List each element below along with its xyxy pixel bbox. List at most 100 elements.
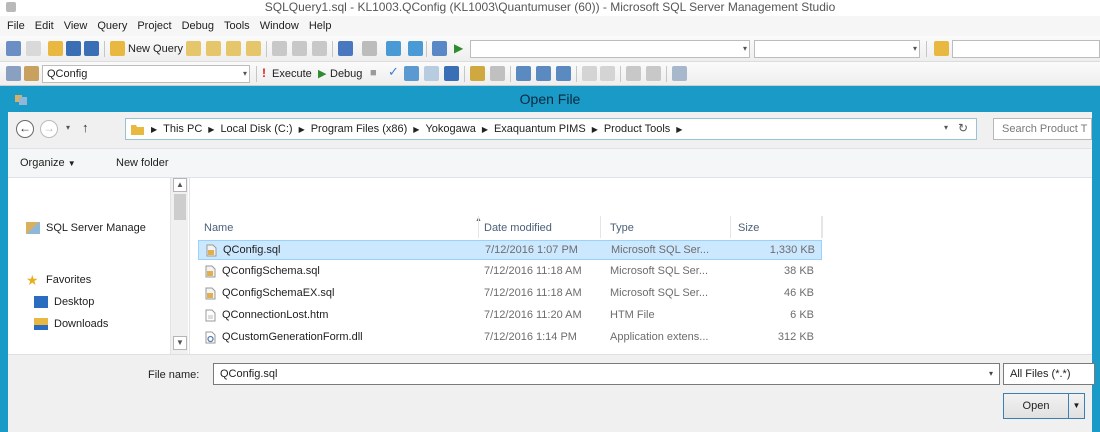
menu-debug[interactable]: Debug [177,20,219,32]
open-button[interactable]: Open [1003,393,1069,419]
menu-query[interactable]: Query [92,20,132,32]
uncomment-icon[interactable] [600,66,615,81]
undo-icon[interactable] [338,41,353,56]
navigate-backward-icon[interactable] [386,41,401,56]
menu-edit[interactable]: Edit [30,20,59,32]
display-plan-icon[interactable] [404,66,419,81]
menu-window[interactable]: Window [255,20,304,32]
menu-file[interactable]: File [2,20,30,32]
nav-scrollbar[interactable]: ▲ ▼ [170,178,188,354]
new-query-icon[interactable] [110,41,125,56]
analysis-query-icon[interactable] [206,41,221,56]
open-dropdown-icon[interactable]: ▼ [1069,393,1085,419]
solution-config-combo[interactable]: ▾ [470,40,750,58]
save-icon[interactable] [66,41,81,56]
new-query-button[interactable]: New Query [128,42,183,56]
refresh-icon[interactable]: ↻ [958,121,968,135]
execute-icon[interactable]: ! [262,66,266,80]
menu-help[interactable]: Help [304,20,337,32]
redo-icon[interactable] [362,41,377,56]
nav-item-desktop[interactable]: Desktop [34,296,94,308]
results-file-icon[interactable] [556,66,571,81]
specify-values-icon[interactable] [672,66,687,81]
file-row-qconfigschema[interactable]: QConfigSchema.sql 7/12/2016 11:18 AM Mic… [198,262,822,282]
address-dropdown-icon[interactable]: ▾ [944,123,948,132]
column-header-size[interactable]: Size [738,222,759,234]
column-header-name[interactable]: Name [204,222,233,234]
address-bar[interactable]: ▶ This PC ▶ Local Disk (C:) ▶ Program Fi… [125,118,977,140]
breadcrumb-this-pc[interactable]: This PC [163,123,202,135]
up-folder-button[interactable]: ↑ [82,120,89,135]
menu-project[interactable]: Project [132,20,176,32]
navigate-forward-icon[interactable] [408,41,423,56]
nav-item-favorites[interactable]: ★ Favorites [26,273,91,287]
breadcrumb-yokogawa[interactable]: Yokogawa [425,123,475,135]
results-grid-icon[interactable] [536,66,551,81]
search-input[interactable]: Search Product T [993,118,1092,140]
query-options-icon[interactable] [424,66,439,81]
file-row-qconfig[interactable]: QConfig.sql 7/12/2016 1:07 PM Microsoft … [198,240,822,260]
ssms-icon [26,222,40,234]
organize-button[interactable]: Organize ▼ [20,157,76,169]
forward-button[interactable]: → [40,120,58,138]
breadcrumb-product-tools[interactable]: Product Tools [604,123,670,135]
address-row: ← → ▾ ↑ ▶ This PC ▶ Local Disk (C:) ▶ Pr… [8,112,1092,148]
change-connection-icon[interactable] [24,66,39,81]
back-button[interactable]: ← [16,120,34,138]
activity-monitor-icon[interactable] [432,41,447,56]
menu-view[interactable]: View [59,20,93,32]
find-combo[interactable] [952,40,1100,58]
scroll-thumb[interactable] [174,194,186,220]
file-date: 7/12/2016 1:14 PM [484,331,577,343]
debug-play-icon[interactable]: ▶ [318,67,326,81]
database-query-icon[interactable] [186,41,201,56]
nav-item-downloads[interactable]: Downloads [34,318,108,330]
file-type-filter[interactable]: All Files (*.*) [1003,363,1095,385]
nav-item-ssms[interactable]: SQL Server Manage [26,222,146,234]
file-name-input[interactable]: QConfig.sql ▾ [213,363,1000,385]
dll-file-icon [205,331,216,344]
file-row-qcustomgenerationform[interactable]: QCustomGenerationForm.dll 7/12/2016 1:14… [198,328,822,348]
chevron-down-icon[interactable]: ▾ [989,364,993,384]
column-header-date[interactable]: Date modified [484,222,552,234]
column-header-type[interactable]: Type [610,222,634,234]
menu-tools[interactable]: Tools [219,20,255,32]
menu-bar: File Edit View Query Project Debug Tools… [0,16,1100,36]
file-row-qconfigschemaex[interactable]: QConfigSchemaEX.sql 7/12/2016 11:18 AM M… [198,284,822,304]
execute-button[interactable]: Execute [272,67,312,81]
start-icon[interactable]: ▶ [454,41,463,55]
add-item-icon[interactable] [26,41,41,56]
available-databases-combo[interactable]: QConfig ▾ [42,65,250,83]
decrease-indent-icon[interactable] [626,66,641,81]
file-row-qconnectionlost[interactable]: QConnectionLost.htm 7/12/2016 11:20 AM H… [198,306,822,326]
intellisense-icon[interactable] [444,66,459,81]
new-project-icon[interactable] [6,41,21,56]
scroll-down-icon[interactable]: ▼ [173,336,187,350]
cut-icon[interactable] [272,41,287,56]
paste-icon[interactable] [312,41,327,56]
copy-icon[interactable] [292,41,307,56]
new-folder-button[interactable]: New folder [116,157,169,169]
breadcrumb-program-files[interactable]: Program Files (x86) [311,123,408,135]
include-stats-icon[interactable] [490,66,505,81]
increase-indent-icon[interactable] [646,66,661,81]
xmla-query-icon[interactable] [246,41,261,56]
open-folder-icon[interactable] [48,41,63,56]
find-icon[interactable] [934,41,949,56]
breadcrumb-exaquantum[interactable]: Exaquantum PIMS [494,123,586,135]
file-name: QConfig.sql [223,244,281,256]
include-plan-icon[interactable] [470,66,485,81]
results-text-icon[interactable] [516,66,531,81]
mdx-query-icon[interactable] [226,41,241,56]
connect-icon[interactable] [6,66,21,81]
parse-icon[interactable]: ✓ [388,65,399,79]
comment-icon[interactable] [582,66,597,81]
recent-locations-icon[interactable]: ▾ [66,123,70,132]
cancel-query-icon[interactable]: ■ [370,66,377,80]
save-all-icon[interactable] [84,41,99,56]
breadcrumb-local-disk[interactable]: Local Disk (C:) [220,123,292,135]
scroll-up-icon[interactable]: ▲ [173,178,187,192]
debug-button[interactable]: Debug [330,67,362,81]
platform-combo[interactable]: ▾ [754,40,920,58]
file-name-label: File name: [148,369,200,381]
